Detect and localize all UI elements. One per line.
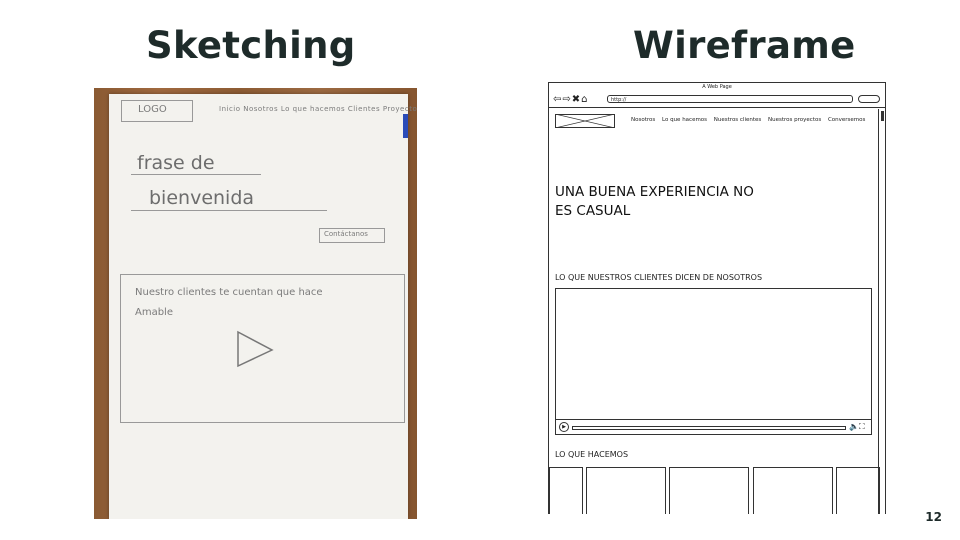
sketch-heading-line1: frase de (137, 152, 215, 174)
sketch-underline-2 (131, 210, 327, 211)
menu-item-conversemos[interactable]: Conversemos (828, 117, 865, 123)
sketch-button-label: Contáctanos (324, 230, 368, 238)
pen (403, 114, 408, 138)
sketch-logo-box: LOGO (121, 100, 193, 122)
wireframe-menu: Nosotros Lo que hacemos Nuestros cliente… (631, 117, 870, 123)
menu-item-nuestros-proyectos[interactable]: Nuestros proyectos (768, 117, 821, 123)
wireframe-browser: A Web Page ⇦⇨✖⌂ http:// Nosotros Lo que … (548, 82, 886, 514)
sketch-video-text-2: Amable (135, 307, 173, 318)
hero-line-1: UNA BUENA EXPERIENCIA NO (555, 184, 754, 200)
wireframe-scroll-thumb[interactable] (881, 111, 884, 121)
sketch-video-box: Nuestro clientes te cuentan que hace Ama… (120, 274, 405, 423)
sketching-title: Sketching (146, 24, 356, 67)
forward-arrow-icon[interactable]: ⇨ (562, 94, 571, 105)
wireframe-title: Wireframe (633, 24, 856, 67)
sketch-logo-text: LOGO (138, 104, 167, 115)
sketch-paper: LOGO Inicio Nosotros Lo que hacemos Clie… (109, 94, 417, 519)
sketch-play-icon (237, 330, 274, 368)
wireframe-toolbar: ⇦⇨✖⌂ http:// (549, 92, 885, 108)
home-icon[interactable]: ⌂ (581, 94, 588, 105)
menu-item-nosotros[interactable]: Nosotros (631, 117, 655, 123)
sketch-heading-line2: bienvenida (149, 187, 255, 209)
wireframe-go-button[interactable] (858, 95, 880, 103)
wireframe-logo-placeholder (555, 114, 615, 128)
back-arrow-icon[interactable]: ⇦ (553, 94, 562, 105)
hero-line-2: ES CASUAL (555, 203, 631, 219)
sketch-photo: LOGO Inicio Nosotros Lo que hacemos Clie… (94, 88, 417, 519)
volume-icon[interactable]: 🔈⛶ (849, 421, 865, 433)
service-card (753, 467, 833, 514)
sketch-contact-button: Contáctanos (319, 228, 385, 243)
play-icon[interactable]: ▶ (559, 422, 569, 432)
wireframe-nav-icons: ⇦⇨✖⌂ (553, 92, 589, 107)
sketch-video-text-1: Nuestro clientes te cuentan que hace (135, 287, 323, 298)
slide-number: 12 (925, 510, 942, 524)
service-card (586, 467, 666, 514)
service-card (836, 467, 880, 514)
section-title-clients: LO QUE NUESTROS CLIENTES DICEN DE NOSOTR… (555, 273, 763, 282)
menu-item-nuestros-clientes[interactable]: Nuestros clientes (714, 117, 761, 123)
service-card (549, 467, 583, 514)
service-card (669, 467, 749, 514)
video-progress-track[interactable] (572, 426, 846, 430)
sketch-nav: Inicio Nosotros Lo que hacemos Clientes … (219, 105, 417, 113)
close-icon[interactable]: ✖ (572, 94, 581, 105)
wireframe-window-title: A Web Page (702, 84, 732, 90)
wireframe-video-player[interactable]: ▶ 🔈⛶ (555, 288, 872, 435)
wireframe-hero: UNA BUENA EXPERIENCIA NO ES CASUAL (555, 183, 754, 221)
wireframe-url-bar[interactable]: http:// (607, 95, 853, 103)
menu-item-lo-que-hacemos[interactable]: Lo que hacemos (662, 117, 707, 123)
video-controls: ▶ 🔈⛶ (556, 419, 871, 434)
section-title-services: LO QUE HACEMOS (555, 450, 629, 459)
sketch-underline-1 (131, 174, 261, 175)
wireframe-scrollbar[interactable] (878, 109, 885, 514)
